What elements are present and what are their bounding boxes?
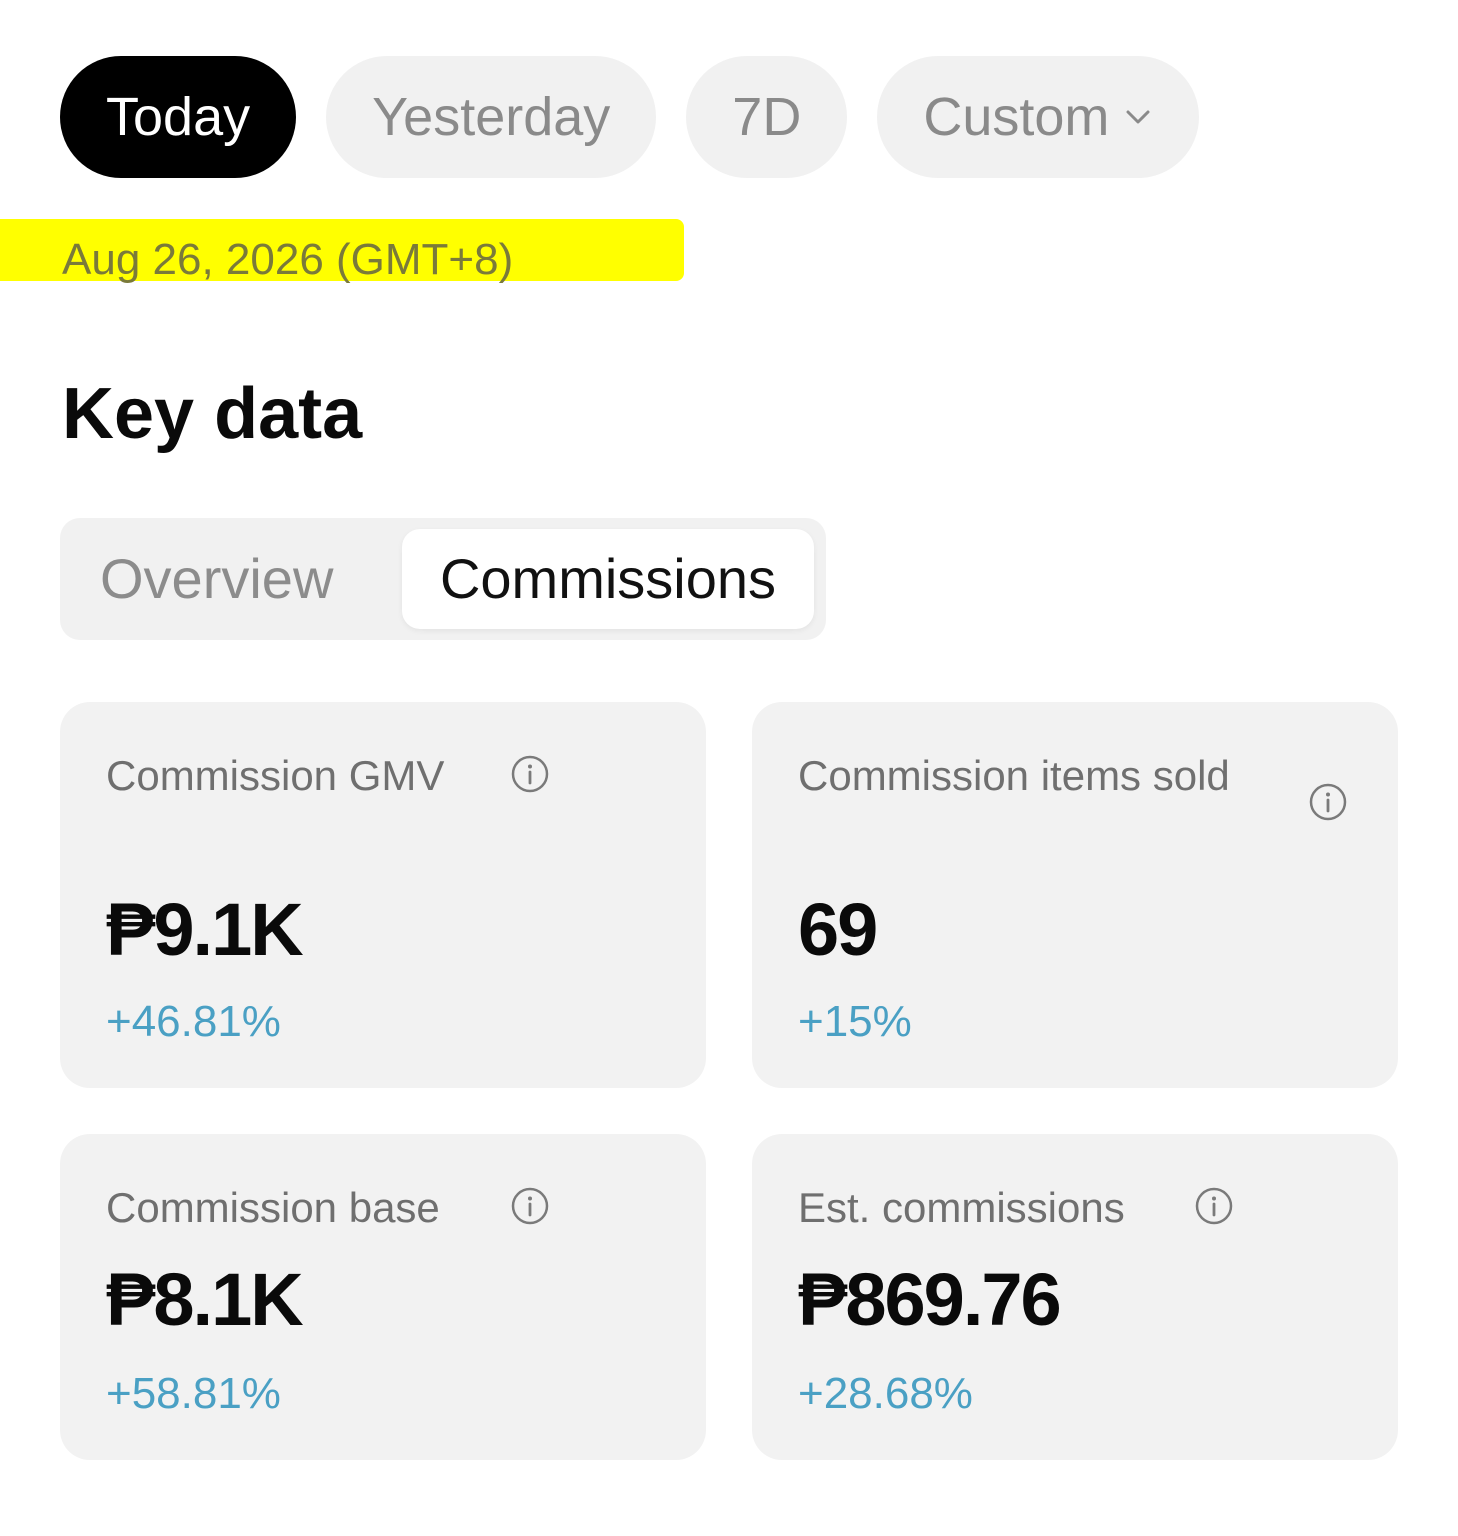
metric-card-commission-base: Commission base ₱8.1K +58.81% xyxy=(60,1134,706,1460)
filter-yesterday-button[interactable]: Yesterday xyxy=(326,56,657,178)
metric-card-commission-gmv: Commission GMV ₱9.1K +46.81% xyxy=(60,702,706,1088)
key-data-tabs: Overview Commissions xyxy=(60,518,826,640)
metric-change: +58.81% xyxy=(106,1369,281,1418)
metric-change: +46.81% xyxy=(106,997,281,1046)
filter-yesterday-label: Yesterday xyxy=(372,87,611,147)
info-icon[interactable] xyxy=(1194,1186,1234,1226)
tab-overview[interactable]: Overview xyxy=(100,529,333,629)
metric-card-est-commissions: Est. commissions ₱869.76 +28.68% xyxy=(752,1134,1398,1460)
date-filter-group: Today Yesterday 7D Custom xyxy=(60,56,1200,178)
metric-change: +28.68% xyxy=(798,1369,973,1418)
date-range-text: Aug 26, 2026 (GMT+8) xyxy=(62,235,514,284)
filter-custom-label: Custom xyxy=(923,87,1110,147)
metric-value: ₱8.1K xyxy=(106,1258,304,1341)
filter-custom-button[interactable]: Custom xyxy=(877,56,1200,178)
metric-label: Commission base xyxy=(106,1184,440,1231)
info-icon[interactable] xyxy=(1308,782,1348,822)
filter-today-label: Today xyxy=(106,87,251,147)
metric-value: ₱9.1K xyxy=(106,888,304,971)
metric-value: 69 xyxy=(798,888,878,971)
info-icon[interactable] xyxy=(510,1186,550,1226)
chevron-down-icon xyxy=(1126,110,1150,124)
metric-change: +15% xyxy=(798,997,912,1046)
section-title: Key data xyxy=(62,374,363,454)
info-icon[interactable] xyxy=(510,754,550,794)
metric-label: Commission GMV xyxy=(106,752,445,799)
filter-7d-button[interactable]: 7D xyxy=(686,56,848,178)
metric-label: Est. commissions xyxy=(798,1184,1125,1231)
metric-card-commission-items-sold: Commission items sold 69 +15% xyxy=(752,702,1398,1088)
metric-label: Commission items sold xyxy=(798,752,1230,799)
filter-7d-label: 7D xyxy=(732,87,802,147)
metric-value: ₱869.76 xyxy=(798,1258,1062,1341)
tab-commissions[interactable]: Commissions xyxy=(402,529,814,629)
filter-today-button[interactable]: Today xyxy=(60,56,297,178)
